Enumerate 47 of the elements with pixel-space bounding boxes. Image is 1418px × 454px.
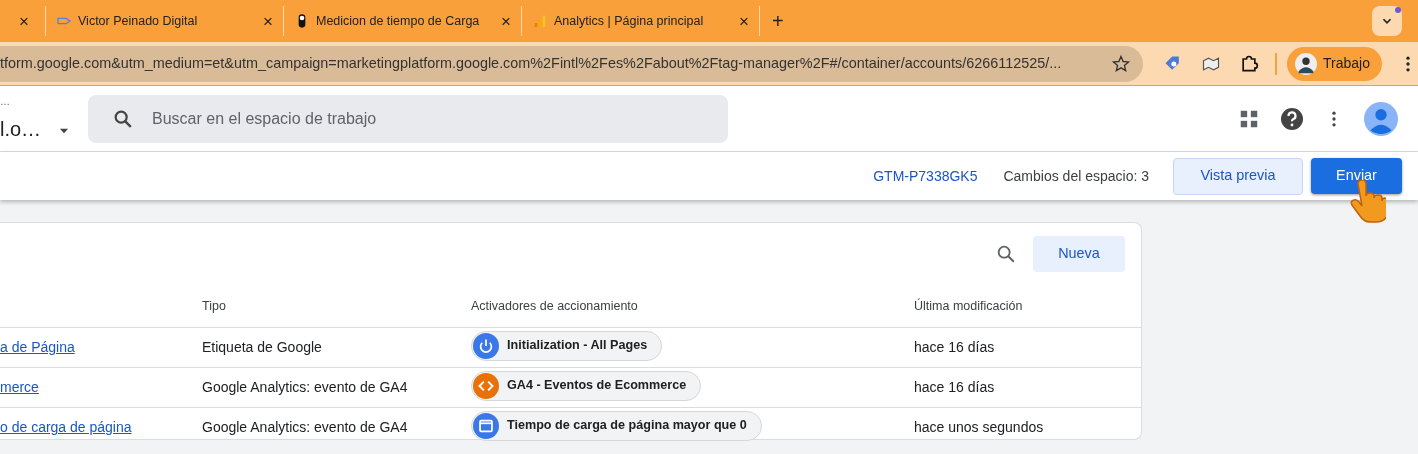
puzzle-piece-icon[interactable] xyxy=(1239,53,1260,74)
browser-tab[interactable]: × xyxy=(0,6,46,36)
account-name: … xyxy=(0,94,10,109)
close-tab-button[interactable]: × xyxy=(497,12,515,30)
tab-title: Medicion de tiempo de Carga xyxy=(316,12,480,30)
column-header: Última modificación xyxy=(914,297,1024,315)
last-modified: hace 16 días xyxy=(914,338,996,357)
container-selector[interactable]: l.o… xyxy=(0,113,42,144)
tab-list-button[interactable] xyxy=(1372,6,1402,36)
address-bar[interactable]: tform.google.com&utm_medium=et&utm_campaign=marketingplatform.google.com%2Fintl%2Fes%2Fabout%2Ftag-manager%2F#/container/accounts/6266112525/... xyxy=(0,45,1144,82)
close-tab-button[interactable]: × xyxy=(259,12,277,30)
search-icon[interactable] xyxy=(995,243,1017,265)
star-icon[interactable] xyxy=(1111,53,1132,74)
hand-cursor-icon xyxy=(1348,180,1386,223)
url-text: tform.google.com&utm_medium=et&utm_campaign=marketingplatform.google.com%2Fintl%2Fes%2Fabout%2Ftag-manager%2F#/container/accounts/6266112525/... xyxy=(0,53,1063,73)
column-header: Tipo xyxy=(202,297,227,315)
trigger-chip[interactable]: Tiempo de carga de página mayor que 0 xyxy=(471,410,762,441)
tag-name-link[interactable]: a de Página xyxy=(0,337,202,358)
tag-type: Etiqueta de Google xyxy=(202,338,323,357)
account-avatar-icon[interactable] xyxy=(1364,101,1398,136)
tab-title: Victor Peinado Digital xyxy=(78,12,198,30)
avatar-icon xyxy=(1295,52,1318,75)
bar-chart-icon xyxy=(532,13,548,29)
search-field[interactable]: Buscar en el espacio de trabajo xyxy=(88,94,728,143)
profile-button[interactable]: Trabajo xyxy=(1287,46,1382,81)
tag-type: Google Analytics: evento de GA4 xyxy=(202,378,409,397)
new-tab-button[interactable]: + xyxy=(768,11,788,31)
close-tab-button[interactable]: × xyxy=(735,12,753,30)
last-modified: hace 16 días xyxy=(914,378,996,397)
tag-name-link[interactable]: o de carga de página xyxy=(0,417,202,438)
container-id-link[interactable]: GTM-P7338GK5 xyxy=(873,165,978,187)
help-icon[interactable] xyxy=(1280,106,1304,131)
column-header: Activadores de accionamiento xyxy=(471,297,639,315)
tab-title: Analytics | Página principal xyxy=(554,12,704,30)
trigger-chip[interactable]: GA4 - Eventos de Ecommerce xyxy=(471,370,702,401)
submit-button[interactable]: Enviar xyxy=(1311,158,1402,194)
browser-tab[interactable]: Victor Peinado Digital × xyxy=(46,6,284,36)
browser-tab[interactable]: Analytics | Página principal × xyxy=(522,6,760,36)
browser-tab[interactable]: Medicion de tiempo de Carga × xyxy=(284,6,522,36)
last-modified: hace unos segundos xyxy=(914,418,1045,437)
tag-name-link[interactable]: merce xyxy=(0,377,202,398)
preview-button[interactable]: Vista previa xyxy=(1173,157,1303,195)
close-tab-button[interactable]: × xyxy=(15,12,33,30)
tag-type: Google Analytics: evento de GA4 xyxy=(202,418,409,437)
trigger-chip[interactable]: Initialization - All Pages xyxy=(471,330,663,361)
workspace-changes: Cambios del espacio: 3 xyxy=(1003,166,1149,186)
new-tag-button[interactable]: Nueva xyxy=(1033,236,1125,272)
